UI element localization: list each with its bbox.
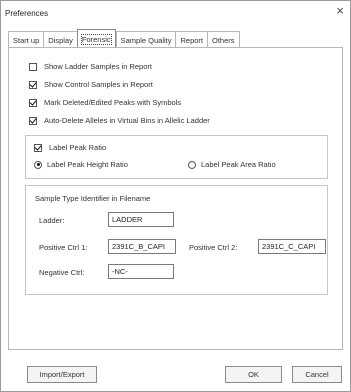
show-control-samples-checkbox[interactable] (29, 80, 37, 89)
tab-start-up[interactable]: Start up (8, 31, 44, 48)
positive-ctrl-2-field[interactable]: 2391C_C_CAPI (258, 239, 326, 254)
import-export-button[interactable]: Import/Export (27, 366, 97, 383)
peak-height-radio-option[interactable]: Label Peak Height Ratio (34, 160, 128, 169)
label-peak-ratio-option[interactable]: Label Peak Ratio (34, 143, 106, 152)
tab-display[interactable]: Display (43, 31, 77, 48)
tab-bar: Start up Display Forensic Sample Quality… (8, 29, 240, 48)
negative-ctrl-field[interactable]: -NC- (108, 264, 174, 279)
auto-delete-alleles-checkbox[interactable] (29, 116, 37, 125)
ladder-field[interactable]: LADDER (108, 212, 174, 227)
peak-area-radio[interactable] (188, 160, 196, 169)
show-ladder-samples-option[interactable]: Show Ladder Samples in Report (29, 62, 152, 71)
close-icon[interactable]: × (336, 4, 344, 17)
dialog-title: Preferences (5, 9, 49, 18)
mark-deleted-peaks-checkbox[interactable] (29, 98, 37, 107)
label-peak-ratio-checkbox[interactable] (34, 143, 42, 152)
tab-others[interactable]: Others (207, 31, 240, 48)
auto-delete-alleles-option[interactable]: Auto-Delete Alleles in Virtual Bins in A… (29, 116, 210, 125)
auto-delete-alleles-label: Auto-Delete Alleles in Virtual Bins in A… (44, 116, 210, 125)
label-peak-ratio-label: Label Peak Ratio (49, 143, 107, 152)
ladder-label: Ladder: (39, 216, 65, 225)
ok-button[interactable]: OK (225, 366, 282, 383)
positive-ctrl-2-label: Positive Ctrl 2: (189, 243, 238, 252)
peak-height-radio-label: Label Peak Height Ratio (47, 160, 128, 169)
forensic-panel: Show Ladder Samples in Report Show Contr… (8, 47, 343, 350)
show-control-samples-option[interactable]: Show Control Samples in Report (29, 80, 153, 89)
title-bar: Preferences × (1, 1, 350, 21)
positive-ctrl-1-field[interactable]: 2391C_B_CAPI (108, 239, 176, 254)
positive-ctrl-1-label: Positive Ctrl 1: (39, 243, 88, 252)
tab-forensic[interactable]: Forensic (76, 29, 116, 48)
mark-deleted-peaks-label: Mark Deleted/Edited Peaks with Symbols (44, 98, 182, 107)
tab-report[interactable]: Report (175, 31, 207, 48)
preferences-dialog: Preferences × Start up Display Forensic … (0, 0, 351, 392)
peak-ratio-group: Label Peak Ratio Label Peak Height Ratio… (25, 135, 328, 179)
sample-type-group: Sample Type Identifier in Filename Ladde… (25, 185, 328, 295)
negative-ctrl-label: Negative Ctrl: (39, 268, 85, 277)
peak-area-radio-option[interactable]: Label Peak Area Ratio (188, 160, 276, 169)
cancel-button[interactable]: Cancel (292, 366, 342, 383)
show-control-samples-label: Show Control Samples in Report (44, 80, 153, 89)
peak-height-radio[interactable] (34, 160, 42, 169)
show-ladder-samples-label: Show Ladder Samples in Report (44, 62, 152, 71)
tab-sample-quality[interactable]: Sample Quality (115, 31, 176, 48)
peak-area-radio-label: Label Peak Area Ratio (201, 160, 276, 169)
sample-type-group-title: Sample Type Identifier in Filename (35, 194, 151, 203)
show-ladder-samples-checkbox[interactable] (29, 62, 37, 71)
mark-deleted-peaks-option[interactable]: Mark Deleted/Edited Peaks with Symbols (29, 98, 181, 107)
